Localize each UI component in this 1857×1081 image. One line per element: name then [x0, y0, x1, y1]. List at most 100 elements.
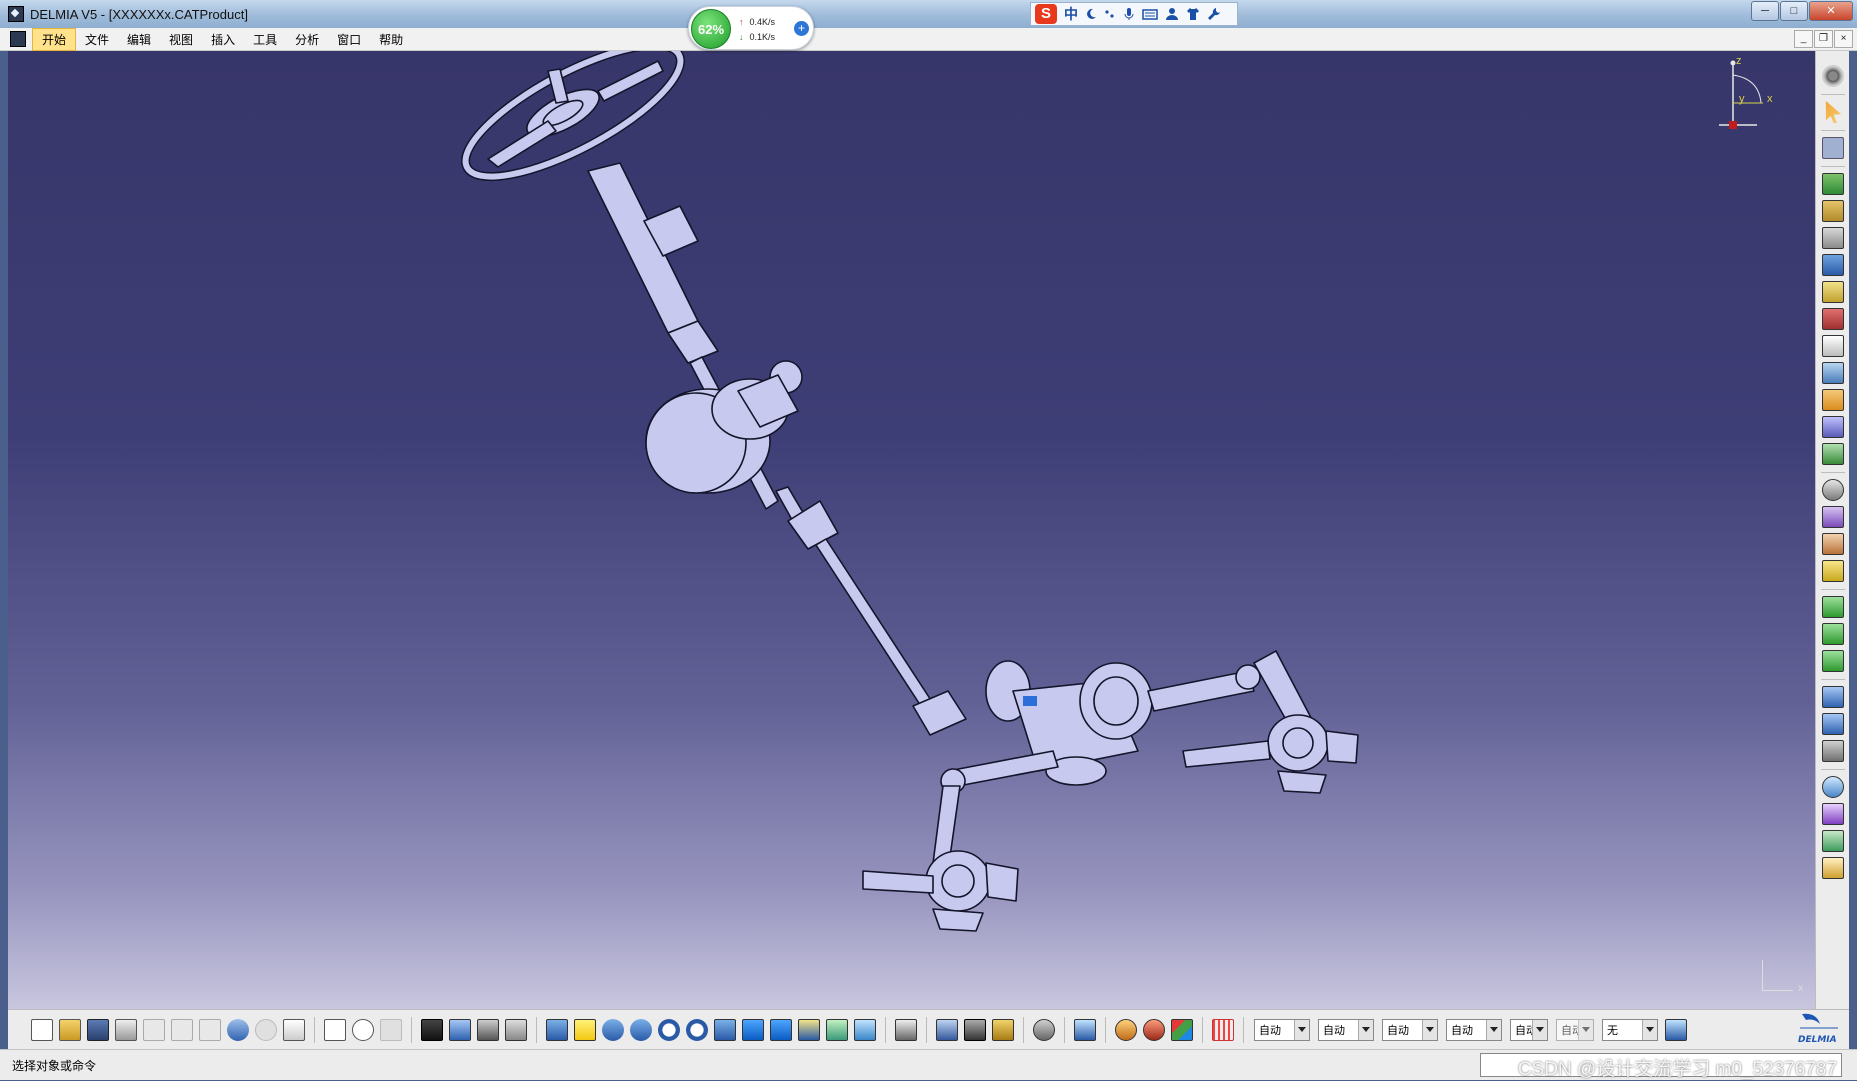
save-icon[interactable] — [87, 1018, 109, 1041]
menu-window[interactable]: 窗口 — [328, 29, 370, 50]
moon-icon[interactable] — [1085, 8, 1097, 20]
shading-icon[interactable] — [798, 1018, 820, 1041]
menu-file[interactable]: 文件 — [76, 29, 118, 50]
left-knuckle[interactable] — [862, 768, 1019, 932]
open-folder-icon[interactable] — [59, 1018, 81, 1041]
zoom-out-icon[interactable] — [686, 1018, 708, 1041]
steering-wheel[interactable] — [449, 51, 697, 201]
chevron-down-icon[interactable] — [1532, 1019, 1547, 1040]
grid-icon[interactable] — [1212, 1018, 1234, 1041]
coincidence-constraint-icon[interactable] — [1821, 596, 1844, 618]
color-apply-icon[interactable] — [1171, 1018, 1193, 1041]
chevron-down-icon[interactable] — [1358, 1019, 1373, 1040]
compass-widget[interactable]: z x y — [1709, 55, 1789, 141]
sectioning-icon[interactable] — [1821, 803, 1844, 825]
punctuation-icon[interactable] — [1104, 8, 1116, 20]
device-icon[interactable] — [964, 1018, 986, 1041]
right-knuckle[interactable] — [1182, 714, 1359, 794]
microphone-icon[interactable] — [1123, 7, 1135, 21]
network-monitor-widget[interactable]: 62% ↑ 0.4K/s ↓ 0.1K/s + — [688, 6, 814, 50]
copy-icon[interactable] — [171, 1018, 193, 1041]
select-arrow-icon[interactable] — [1825, 101, 1842, 123]
snap-icon[interactable] — [1821, 506, 1844, 528]
fix-together-icon[interactable] — [1821, 740, 1844, 762]
bill-of-material-icon[interactable] — [1821, 389, 1844, 411]
doc-minimize-button[interactable]: _ — [1794, 30, 1813, 48]
component-icon[interactable] — [1821, 200, 1844, 222]
title-bar[interactable]: DELMIA V5 - [XXXXXXx.CATProduct] ─ □ ✕ — [0, 0, 1857, 28]
fix-component-icon[interactable] — [1821, 713, 1844, 735]
graph-tree-icon[interactable] — [1821, 362, 1844, 384]
line-weight-combo[interactable]: 自动 — [1382, 1018, 1438, 1041]
steering-gear-rack[interactable] — [947, 650, 1319, 788]
zoom-in-icon[interactable] — [658, 1018, 680, 1041]
compass-snap-icon[interactable] — [1821, 137, 1844, 159]
replace-icon[interactable] — [1821, 254, 1844, 276]
multi-view-icon[interactable] — [742, 1018, 764, 1041]
multi-instantiation-icon[interactable] — [1821, 416, 1844, 438]
gear-icon[interactable] — [1821, 65, 1844, 87]
stop-manipulate-icon[interactable] — [1821, 560, 1844, 582]
doc-close-button[interactable]: × — [1834, 30, 1853, 48]
formula-fx-icon[interactable] — [324, 1018, 346, 1041]
hide-show-icon[interactable] — [854, 1018, 876, 1041]
steering-assembly-model[interactable] — [8, 51, 1815, 1009]
pan-icon[interactable] — [602, 1018, 624, 1041]
tree-expand-icon[interactable] — [505, 1018, 527, 1041]
chevron-down-icon[interactable] — [1642, 1019, 1657, 1040]
dimension-icon[interactable] — [936, 1018, 958, 1041]
compass-axes-icon[interactable] — [1709, 55, 1789, 141]
eps-motor-unit[interactable] — [632, 360, 803, 507]
menu-start[interactable]: 开始 — [32, 27, 77, 51]
sogou-logo-icon[interactable]: S — [1035, 4, 1057, 24]
fly-mode-icon[interactable] — [546, 1018, 568, 1041]
doc-restore-button[interactable]: ❐ — [1814, 30, 1833, 48]
table-icon[interactable] — [421, 1018, 443, 1041]
angle-constraint-icon[interactable] — [1821, 686, 1844, 708]
transparency-combo[interactable]: 自动 — [1318, 1018, 1374, 1041]
fit-all-icon[interactable] — [574, 1018, 596, 1041]
plane-icon[interactable] — [1074, 1018, 1096, 1041]
chevron-down-icon[interactable] — [1578, 1019, 1593, 1040]
explode-icon[interactable] — [1821, 533, 1844, 555]
menu-insert[interactable]: 插入 — [202, 29, 244, 50]
reorder-icon[interactable] — [1821, 281, 1844, 303]
color-combo[interactable]: 自动 — [1254, 1018, 1310, 1041]
ime-mode-toggle[interactable]: 中 — [1064, 4, 1078, 24]
intermediate-shaft[interactable] — [775, 486, 967, 736]
product-insert-icon[interactable] — [1821, 173, 1844, 195]
accelerate-plus-icon[interactable]: + — [794, 21, 809, 36]
line-type-combo[interactable]: 自动 — [1446, 1018, 1502, 1041]
format-painter-icon[interactable] — [1665, 1018, 1687, 1041]
list-icon[interactable] — [1821, 335, 1844, 357]
normal-view-icon[interactable] — [714, 1018, 736, 1041]
measure-icon[interactable] — [1821, 857, 1844, 879]
contact-constraint-icon[interactable] — [1821, 623, 1844, 645]
layer-style-combo[interactable]: 自动 — [1556, 1018, 1594, 1041]
menu-edit[interactable]: 编辑 — [118, 29, 160, 50]
undo-icon[interactable] — [227, 1018, 249, 1041]
point-type-combo[interactable]: 自动 — [1510, 1018, 1548, 1041]
comment-balloon-icon[interactable] — [352, 1018, 374, 1041]
clash-icon[interactable] — [1821, 830, 1844, 852]
fast-multi-instantiation-icon[interactable] — [1821, 443, 1844, 465]
bottle-icon[interactable] — [992, 1018, 1014, 1041]
minimize-button[interactable]: ─ — [1751, 1, 1779, 21]
menu-view[interactable]: 视图 — [160, 29, 202, 50]
cube-icon[interactable] — [477, 1018, 499, 1041]
3d-viewport[interactable]: z x y x — [8, 51, 1815, 1009]
offset-constraint-icon[interactable] — [1821, 650, 1844, 672]
close-button[interactable]: ✕ — [1809, 1, 1853, 21]
redo-icon[interactable] — [255, 1018, 277, 1041]
material-icon[interactable] — [1115, 1018, 1137, 1041]
paste-icon[interactable] — [199, 1018, 221, 1041]
update-icon[interactable] — [1821, 776, 1844, 798]
iso-view-icon[interactable] — [770, 1018, 792, 1041]
menu-analyze[interactable]: 分析 — [286, 29, 328, 50]
render-style-icon[interactable] — [826, 1018, 848, 1041]
numbering-icon[interactable] — [1821, 308, 1844, 330]
chevron-down-icon[interactable] — [1486, 1019, 1501, 1040]
keyboard-icon[interactable] — [1142, 8, 1158, 20]
catalog-icon[interactable] — [449, 1018, 471, 1041]
whats-this-help-icon[interactable] — [283, 1018, 305, 1041]
